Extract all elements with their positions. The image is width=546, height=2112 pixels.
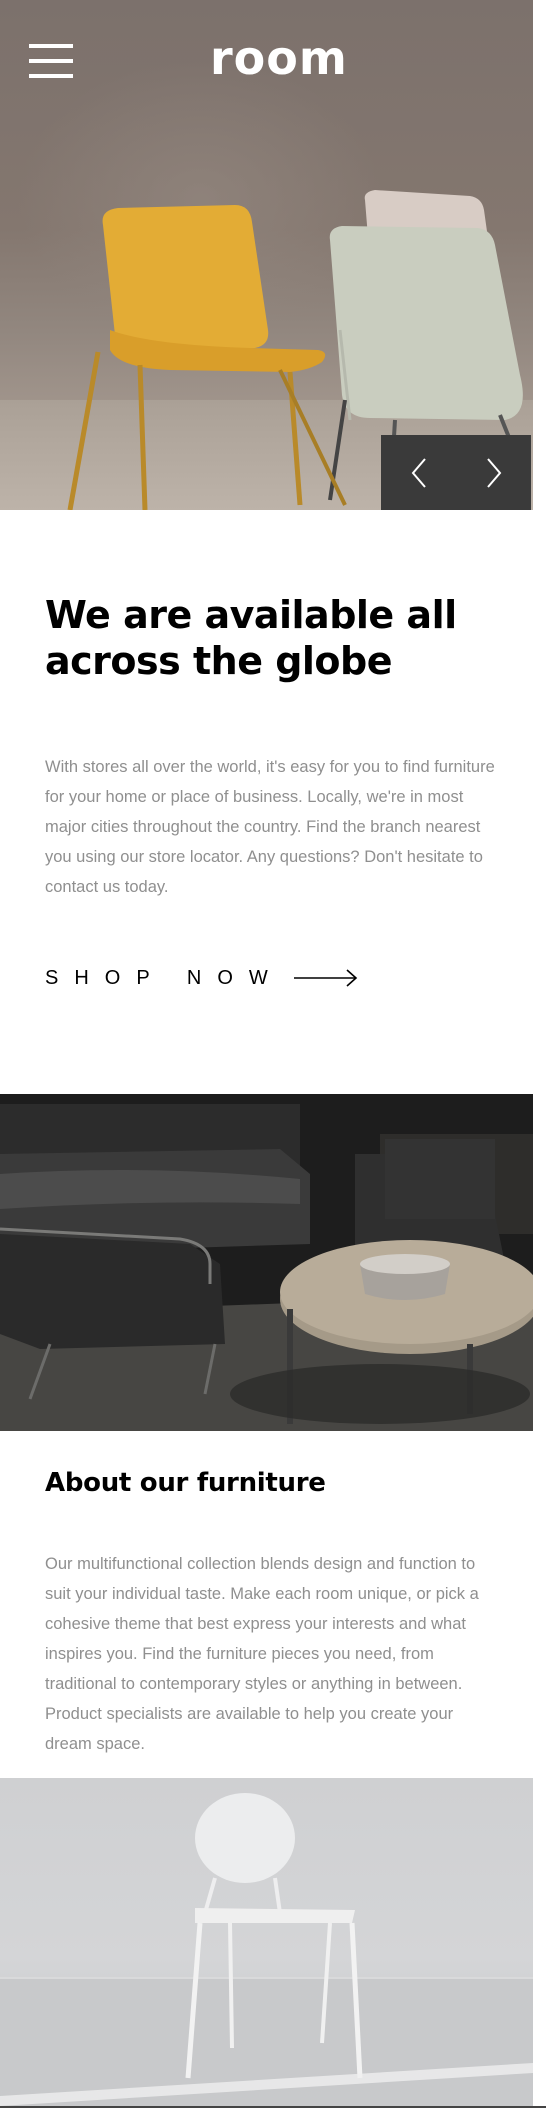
intro-title: We are available all across the globe: [45, 593, 457, 683]
white-chair-illustration: [0, 1793, 533, 2106]
menu-line: [29, 59, 73, 63]
logo[interactable]: room: [210, 28, 350, 88]
living-room-image: [0, 1094, 533, 1431]
hamburger-menu-icon[interactable]: [29, 44, 73, 78]
chevron-left-icon: [411, 457, 426, 488]
shop-now-label: SHOP NOW: [45, 966, 284, 989]
page: room We are available all across the glo…: [0, 0, 546, 2112]
menu-line: [29, 74, 73, 78]
about-text: Our multifunctional collection blends de…: [45, 1555, 479, 1753]
chevron-right-icon: [486, 457, 501, 488]
white-chair-image: [0, 1778, 533, 2106]
intro-text: With stores all over the world, it's eas…: [45, 758, 495, 896]
menu-line: [29, 44, 73, 48]
about-title: About our furniture: [45, 1468, 326, 1498]
slider-prev-button[interactable]: [381, 435, 456, 510]
shop-now-button[interactable]: SHOP NOW: [45, 963, 358, 993]
hero-slider: room: [0, 0, 533, 510]
slider-controls: [381, 435, 531, 510]
slider-next-button[interactable]: [456, 435, 531, 510]
page-bottom-divider: [0, 2106, 546, 2108]
arrow-right-icon: [293, 969, 357, 987]
living-room-illustration: [0, 1094, 533, 1431]
